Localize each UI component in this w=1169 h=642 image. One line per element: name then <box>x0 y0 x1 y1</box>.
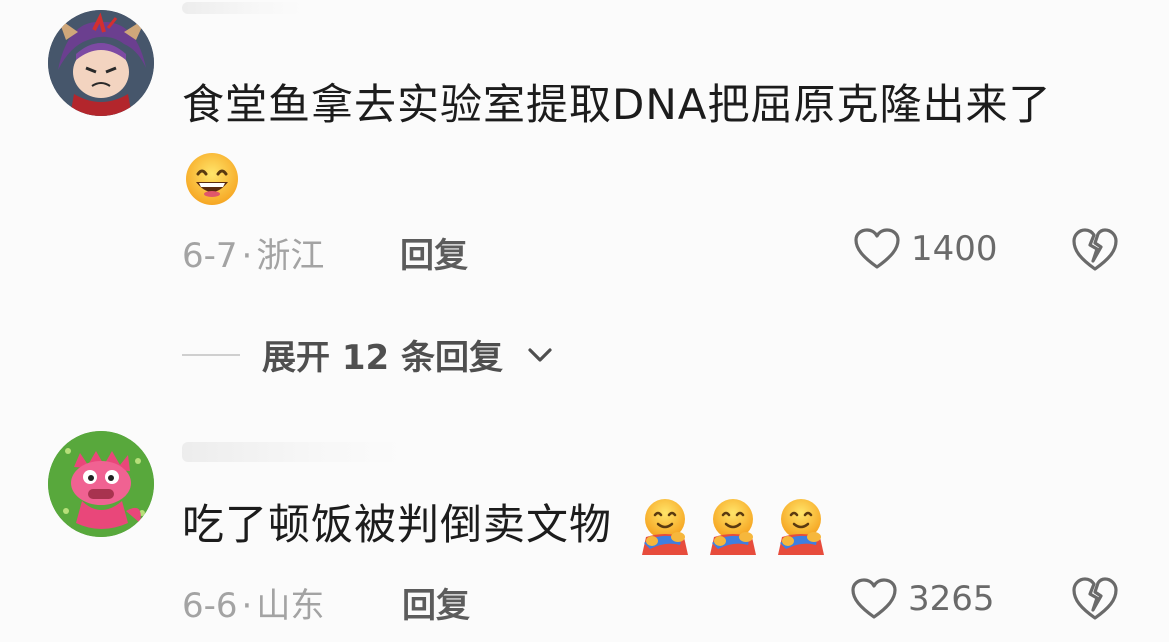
comment-location: 山东 <box>256 586 325 626</box>
reply-button[interactable]: 回复 <box>402 578 470 627</box>
heart-outline-icon <box>854 228 900 269</box>
pink-dragon-avatar-icon <box>48 431 154 537</box>
like-count: 1400 <box>911 229 998 269</box>
comment-item-1: 食堂鱼拿去实验室提取DNA把屈原克隆出来了 6-7 · 浙江 回复 1400 展… <box>0 0 1169 378</box>
broken-heart-icon <box>1072 228 1118 271</box>
meta-separator: · <box>241 236 253 276</box>
like-button[interactable]: 3265 <box>850 577 995 621</box>
comment-date: 6-6 <box>182 586 238 626</box>
comment-text: 吃了顿饭被判倒卖文物 <box>182 500 613 549</box>
expand-replies-label: 展开 12 条回复 <box>262 338 503 378</box>
dislike-button[interactable] <box>1071 576 1119 624</box>
reply-button[interactable]: 回复 <box>400 228 468 277</box>
comment-location: 浙江 <box>256 236 325 276</box>
username-blurred[interactable] <box>182 2 302 14</box>
username-blurred[interactable] <box>182 442 402 462</box>
hugging-face-icon <box>710 499 756 555</box>
dislike-button[interactable] <box>1071 227 1119 275</box>
comment-emoji-row <box>183 152 241 206</box>
hugging-face-icon <box>778 499 824 555</box>
comment-meta: 6-6 · 山东 <box>182 578 324 627</box>
broken-heart-icon <box>1072 577 1118 620</box>
purple-hair-anime-avatar-icon <box>48 10 154 116</box>
expand-replies-button[interactable]: 展开 12 条回复 <box>182 330 553 379</box>
like-button[interactable]: 1400 <box>853 227 998 271</box>
chevron-down-icon <box>528 347 552 362</box>
heart-outline-icon <box>851 578 897 619</box>
comment-emoji-row <box>636 497 830 555</box>
divider-line <box>182 353 240 356</box>
user-avatar[interactable] <box>48 431 154 537</box>
meta-separator: · <box>241 586 253 626</box>
comment-meta: 6-7 · 浙江 <box>182 228 324 277</box>
like-count: 3265 <box>908 579 995 619</box>
user-avatar[interactable] <box>48 10 154 116</box>
comment-text: 食堂鱼拿去实验室提取DNA把屈原克隆出来了 <box>182 80 1052 129</box>
grinning-face-icon <box>186 153 238 205</box>
comment-date: 6-7 <box>182 236 238 276</box>
hugging-face-icon <box>642 499 688 555</box>
